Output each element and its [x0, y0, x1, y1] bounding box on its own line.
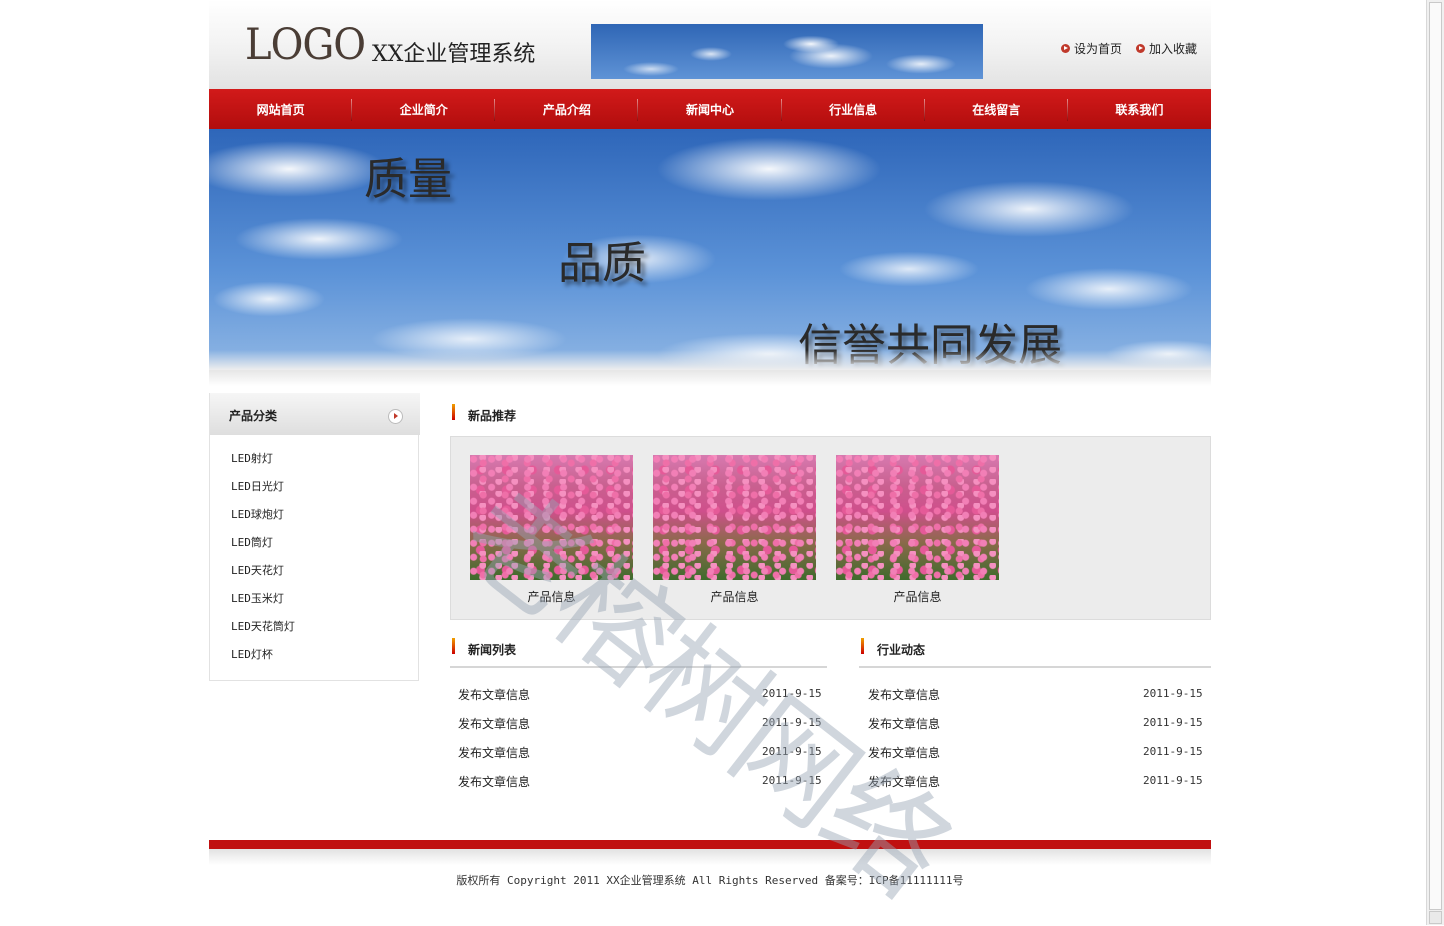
nav-item-message[interactable]: 在线留言	[925, 89, 1068, 129]
banner-slogan: 品质	[558, 238, 646, 289]
set-homepage-link[interactable]: 设为首页	[1060, 40, 1122, 57]
sidebar-item[interactable]: LED玉米灯	[231, 591, 295, 619]
industry-date: 2011-9-15	[1143, 716, 1203, 729]
news-title: 新闻列表	[468, 643, 517, 657]
banner-slogan: 信誉共同发展	[798, 320, 1062, 370]
news-item[interactable]: 发布文章信息	[458, 744, 530, 761]
industry-item[interactable]: 发布文章信息	[868, 744, 940, 761]
divider	[450, 666, 827, 668]
sidebar: 产品分类 LED射灯 LED日光灯 LED球炮灯 LED筒灯 LED天花灯 LE…	[209, 393, 420, 681]
divider	[859, 666, 1211, 668]
site-title: XX企业管理系统	[372, 42, 536, 67]
section-marker	[452, 638, 455, 654]
news-date: 2011-9-15	[762, 716, 822, 729]
news-date: 2011-9-15	[762, 774, 822, 787]
scroll-down-button[interactable]	[1429, 911, 1442, 924]
set-homepage-label: 设为首页	[1073, 42, 1122, 56]
copyright-text: 版权所有 Copyright 2011 XX企业管理系统 All Rights …	[456, 874, 964, 887]
sidebar-item[interactable]: LED天花灯	[231, 563, 295, 591]
scrollbar-thumb[interactable]	[1429, 2, 1442, 910]
nav-item-home[interactable]: 网站首页	[209, 89, 353, 129]
products-panel: 产品信息 产品信息 产品信息	[450, 436, 1211, 620]
sidebar-header: 产品分类	[210, 393, 420, 435]
sidebar-item[interactable]: LED天花筒灯	[231, 619, 295, 647]
news-item[interactable]: 发布文章信息	[458, 715, 530, 732]
nav-item-about[interactable]: 企业简介	[352, 89, 496, 129]
news-date: 2011-9-15	[762, 687, 822, 700]
bullet-arrow-icon	[1135, 44, 1145, 53]
category-list: LED射灯 LED日光灯 LED球炮灯 LED筒灯 LED天花灯 LED玉米灯 …	[231, 451, 295, 675]
section-marker	[452, 404, 455, 420]
product-card[interactable]: 产品信息	[836, 455, 999, 605]
product-card[interactable]: 产品信息	[653, 455, 816, 605]
industry-item[interactable]: 发布文章信息	[868, 773, 940, 790]
product-image[interactable]	[470, 455, 633, 580]
main-nav: 网站首页 企业简介 产品介绍 新闻中心 行业信息 在线留言 联系我们	[209, 89, 1211, 129]
industry-item[interactable]: 发布文章信息	[868, 686, 940, 703]
industry-date: 2011-9-15	[1143, 687, 1203, 700]
nav-item-news[interactable]: 新闻中心	[638, 89, 782, 129]
nav-item-industry[interactable]: 行业信息	[782, 89, 925, 129]
industry-date: 2011-9-15	[1143, 745, 1203, 758]
footer-bar	[209, 840, 1211, 849]
product-label[interactable]: 产品信息	[470, 588, 633, 605]
nav-item-products[interactable]: 产品介绍	[495, 89, 639, 129]
vertical-scrollbar[interactable]	[1426, 0, 1444, 925]
arrow-right-icon[interactable]	[388, 409, 403, 424]
section-marker	[861, 638, 864, 654]
banner: 质量 品质 信誉共同发展	[209, 129, 1211, 370]
news-date: 2011-9-15	[762, 745, 822, 758]
footer-shadow	[209, 849, 1211, 865]
header: LOGO XX企业管理系统 设为首页 加入收藏	[209, 0, 1211, 89]
bullet-arrow-icon	[1060, 44, 1070, 53]
top-links: 设为首页 加入收藏	[1060, 40, 1197, 57]
sidebar-item[interactable]: LED灯杯	[231, 647, 295, 675]
product-label[interactable]: 产品信息	[836, 588, 999, 605]
product-label[interactable]: 产品信息	[653, 588, 816, 605]
product-card[interactable]: 产品信息	[470, 455, 633, 605]
add-favorite-link[interactable]: 加入收藏	[1135, 40, 1197, 57]
add-favorite-label: 加入收藏	[1148, 42, 1197, 56]
news-item[interactable]: 发布文章信息	[458, 773, 530, 790]
sidebar-item[interactable]: LED球炮灯	[231, 507, 295, 535]
product-image[interactable]	[836, 455, 999, 580]
page-wrapper: LOGO XX企业管理系统 设为首页 加入收藏 网站首页 企业简介 产品介绍 新…	[209, 0, 1211, 925]
sidebar-title: 产品分类	[229, 409, 278, 423]
sidebar-item[interactable]: LED筒灯	[231, 535, 295, 563]
banner-shadow	[209, 370, 1211, 386]
header-sky-image	[591, 24, 983, 79]
industry-date: 2011-9-15	[1143, 774, 1203, 787]
industry-item[interactable]: 发布文章信息	[868, 715, 940, 732]
logo[interactable]: LOGO	[245, 20, 366, 70]
sidebar-item[interactable]: LED日光灯	[231, 479, 295, 507]
products-title: 新品推荐	[468, 409, 517, 423]
news-item[interactable]: 发布文章信息	[458, 686, 530, 703]
nav-item-contact[interactable]: 联系我们	[1068, 89, 1211, 129]
product-image[interactable]	[653, 455, 816, 580]
banner-slogan: 质量	[364, 154, 452, 205]
sidebar-item[interactable]: LED射灯	[231, 451, 295, 479]
industry-title: 行业动态	[877, 643, 926, 657]
